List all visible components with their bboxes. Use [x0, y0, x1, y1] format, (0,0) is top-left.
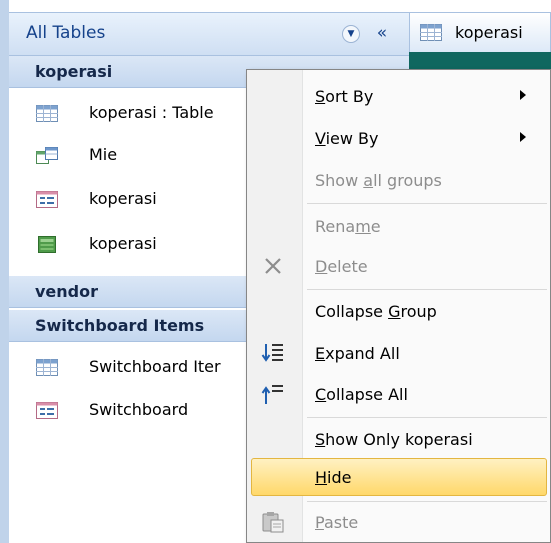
- menu-item-label: Collapse Group: [315, 302, 437, 321]
- form-icon: [36, 191, 58, 208]
- menu-separator: [307, 203, 547, 204]
- nav-pane-header[interactable]: All Tables ▼ «: [9, 12, 409, 56]
- table-icon: [420, 24, 442, 41]
- submenu-arrow-icon: [520, 90, 526, 100]
- delete-x-icon: [265, 258, 281, 274]
- menu-item-label: Delete: [315, 257, 368, 276]
- menu-item-label: Show Only koperasi: [315, 430, 473, 449]
- nav-item-label: koperasi: [89, 234, 157, 253]
- menu-item-label: Paste: [315, 513, 359, 532]
- menu-item-hide[interactable]: Hide: [247, 456, 550, 498]
- nav-item-label: Mie: [89, 145, 118, 164]
- nav-item-label: Switchboard: [89, 400, 189, 419]
- nav-item-label: koperasi: [89, 189, 157, 208]
- menu-item-view-by[interactable]: View By: [247, 117, 550, 159]
- menu-item-label: Sort By: [315, 87, 374, 106]
- submenu-arrow-icon: [520, 132, 526, 142]
- context-menu: Sort By View By Show all groups Rename D…: [246, 69, 551, 543]
- menu-item-delete[interactable]: Delete: [247, 245, 550, 287]
- menu-item-label: View By: [315, 129, 379, 148]
- menu-item-show-all-groups[interactable]: Show all groups: [247, 159, 550, 201]
- table-icon: [36, 105, 58, 122]
- menu-item-sort-by[interactable]: Sort By: [247, 75, 550, 117]
- nav-item-label: koperasi : Table: [89, 103, 214, 122]
- menu-item-collapse-group[interactable]: Collapse Group: [247, 290, 550, 332]
- menu-item-label: Rename: [315, 217, 381, 236]
- expand-all-icon: [261, 344, 283, 362]
- menu-item-label: Show all groups: [315, 171, 442, 190]
- menu-item-paste[interactable]: Paste: [247, 501, 550, 543]
- paste-icon: [262, 512, 284, 533]
- menu-item-rename[interactable]: Rename: [247, 205, 550, 247]
- collapse-all-icon: [261, 385, 283, 404]
- form-icon: [36, 402, 58, 419]
- document-tab-label: koperasi: [455, 23, 523, 42]
- report-icon: [38, 236, 56, 253]
- table-icon: [36, 359, 58, 376]
- menu-item-collapse-all[interactable]: Collapse All: [247, 373, 550, 415]
- document-tab-koperasi[interactable]: koperasi: [409, 12, 551, 52]
- menu-item-label: Expand All: [315, 344, 400, 363]
- nav-pane-title: All Tables: [26, 23, 106, 43]
- menu-item-highlight: [251, 458, 547, 496]
- nav-item-label: Switchboard Iter: [89, 357, 221, 376]
- menu-item-expand-all[interactable]: Expand All: [247, 332, 550, 374]
- menu-item-show-only-koperasi[interactable]: Show Only koperasi: [247, 418, 550, 460]
- shutter-bar-close-icon[interactable]: «: [371, 21, 393, 45]
- query-icon: [36, 147, 58, 164]
- menu-item-label: Collapse All: [315, 385, 408, 404]
- chevron-down-icon[interactable]: ▼: [342, 25, 360, 43]
- menu-item-label: Hide: [315, 468, 352, 487]
